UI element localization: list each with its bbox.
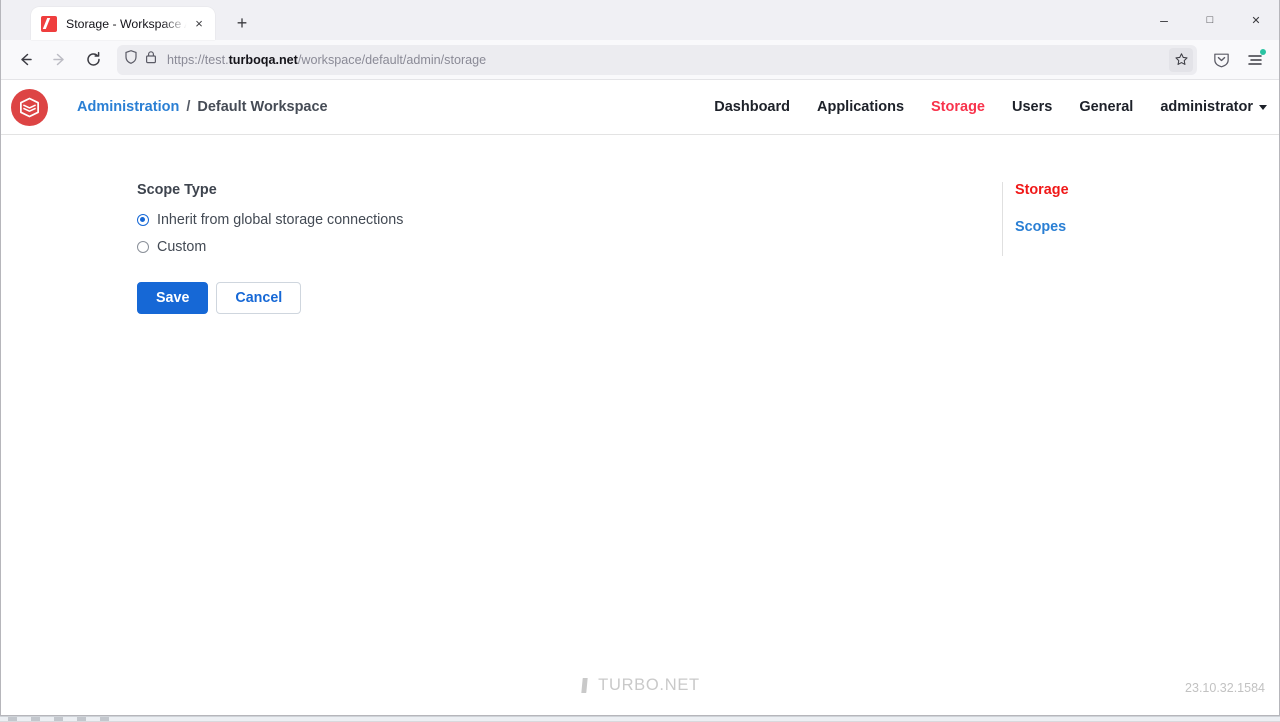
- radio-custom-indicator[interactable]: [137, 241, 149, 253]
- back-arrow-icon: [17, 51, 34, 68]
- user-menu[interactable]: administrator: [1160, 99, 1267, 115]
- browser-tab[interactable]: Storage - Workspace Administr ×: [31, 7, 215, 40]
- reload-icon: [85, 51, 102, 68]
- save-button[interactable]: Save: [137, 282, 208, 314]
- page-content: Scope Type Inherit from global storage c…: [1, 135, 1279, 715]
- radio-option-inherit[interactable]: Inherit from global storage connections: [137, 212, 992, 228]
- side-nav: Storage Scopes: [1002, 182, 1147, 256]
- pocket-icon[interactable]: [1205, 44, 1237, 76]
- taskbar-icon[interactable]: [100, 717, 109, 721]
- url-path: /workspace/default/admin/storage: [298, 53, 486, 67]
- page-footer: TURBO.NET: [1, 655, 1279, 715]
- nav-item-storage[interactable]: Storage: [931, 99, 985, 115]
- turbo-net-brand-label: TURBO.NET: [598, 676, 700, 695]
- tab-strip: Storage - Workspace Administr × + – □ ✕: [1, 0, 1279, 40]
- address-bar[interactable]: https://test.turboqa.net/workspace/defau…: [117, 45, 1197, 75]
- forward-button[interactable]: [43, 44, 75, 76]
- maximize-button[interactable]: □: [1187, 0, 1233, 40]
- turbo-favicon-icon: [41, 16, 57, 32]
- side-nav-item-scopes[interactable]: Scopes: [1015, 219, 1147, 235]
- radio-inherit-label: Inherit from global storage connections: [157, 212, 403, 228]
- taskbar-icon[interactable]: [31, 717, 40, 721]
- new-tab-button[interactable]: +: [227, 8, 257, 38]
- reload-button[interactable]: [77, 44, 109, 76]
- radio-option-custom[interactable]: Custom: [137, 239, 992, 255]
- cancel-button[interactable]: Cancel: [216, 282, 301, 314]
- app-header: Administration / Default Workspace Dashb…: [1, 80, 1279, 135]
- nav-item-applications[interactable]: Applications: [817, 99, 904, 115]
- url-scheme: https://test.: [167, 53, 229, 67]
- browser-window: Storage - Workspace Administr × + – □ ✕: [0, 0, 1280, 716]
- forward-arrow-icon: [51, 51, 68, 68]
- taskbar-icon[interactable]: [77, 717, 86, 721]
- form-actions: Save Cancel: [137, 282, 992, 314]
- url-text[interactable]: https://test.turboqa.net/workspace/defau…: [167, 53, 486, 67]
- nav-item-general[interactable]: General: [1079, 99, 1133, 115]
- back-button[interactable]: [9, 44, 41, 76]
- turbo-net-brand: TURBO.NET: [580, 676, 700, 695]
- scope-type-label: Scope Type: [137, 182, 992, 198]
- breadcrumb: Administration / Default Workspace: [77, 99, 328, 115]
- scope-type-form: Scope Type Inherit from global storage c…: [137, 182, 992, 715]
- web-page: Administration / Default Workspace Dashb…: [1, 80, 1279, 715]
- main-nav: Dashboard Applications Storage Users Gen…: [714, 99, 1267, 115]
- close-window-button[interactable]: ✕: [1233, 0, 1279, 40]
- breadcrumb-administration[interactable]: Administration: [77, 99, 179, 115]
- tab-title: Storage - Workspace Administr: [66, 17, 189, 31]
- breadcrumb-current: Default Workspace: [197, 99, 327, 115]
- lock-icon[interactable]: [143, 49, 159, 70]
- nav-item-users[interactable]: Users: [1012, 99, 1052, 115]
- taskbar-icons: [0, 717, 1280, 722]
- radio-custom-label: Custom: [157, 239, 206, 255]
- user-menu-label: administrator: [1160, 99, 1253, 115]
- taskbar-icon[interactable]: [8, 717, 17, 721]
- window-controls: – □ ✕: [1141, 0, 1279, 40]
- breadcrumb-separator: /: [186, 99, 190, 115]
- taskbar-icon[interactable]: [54, 717, 63, 721]
- radio-inherit-indicator[interactable]: [137, 214, 149, 226]
- app-menu-button[interactable]: [1239, 44, 1271, 76]
- turbo-slash-icon: [577, 678, 591, 693]
- chevron-down-icon: [1259, 105, 1267, 110]
- turbo-box-logo-icon[interactable]: [11, 89, 48, 126]
- tracking-shield-icon[interactable]: [123, 49, 139, 70]
- url-domain: turboqa.net: [229, 53, 298, 67]
- version-label: 23.10.32.1584: [1185, 681, 1265, 695]
- nav-item-dashboard[interactable]: Dashboard: [714, 99, 790, 115]
- update-badge-dot: [1260, 49, 1266, 55]
- bookmark-star-icon[interactable]: [1169, 48, 1193, 72]
- close-tab-icon[interactable]: ×: [189, 14, 209, 34]
- os-taskbar[interactable]: [0, 716, 1280, 721]
- side-nav-item-storage[interactable]: Storage: [1015, 182, 1147, 198]
- toolbar-right-actions: [1205, 44, 1271, 76]
- minimize-button[interactable]: –: [1141, 0, 1187, 40]
- browser-toolbar: https://test.turboqa.net/workspace/defau…: [1, 40, 1279, 80]
